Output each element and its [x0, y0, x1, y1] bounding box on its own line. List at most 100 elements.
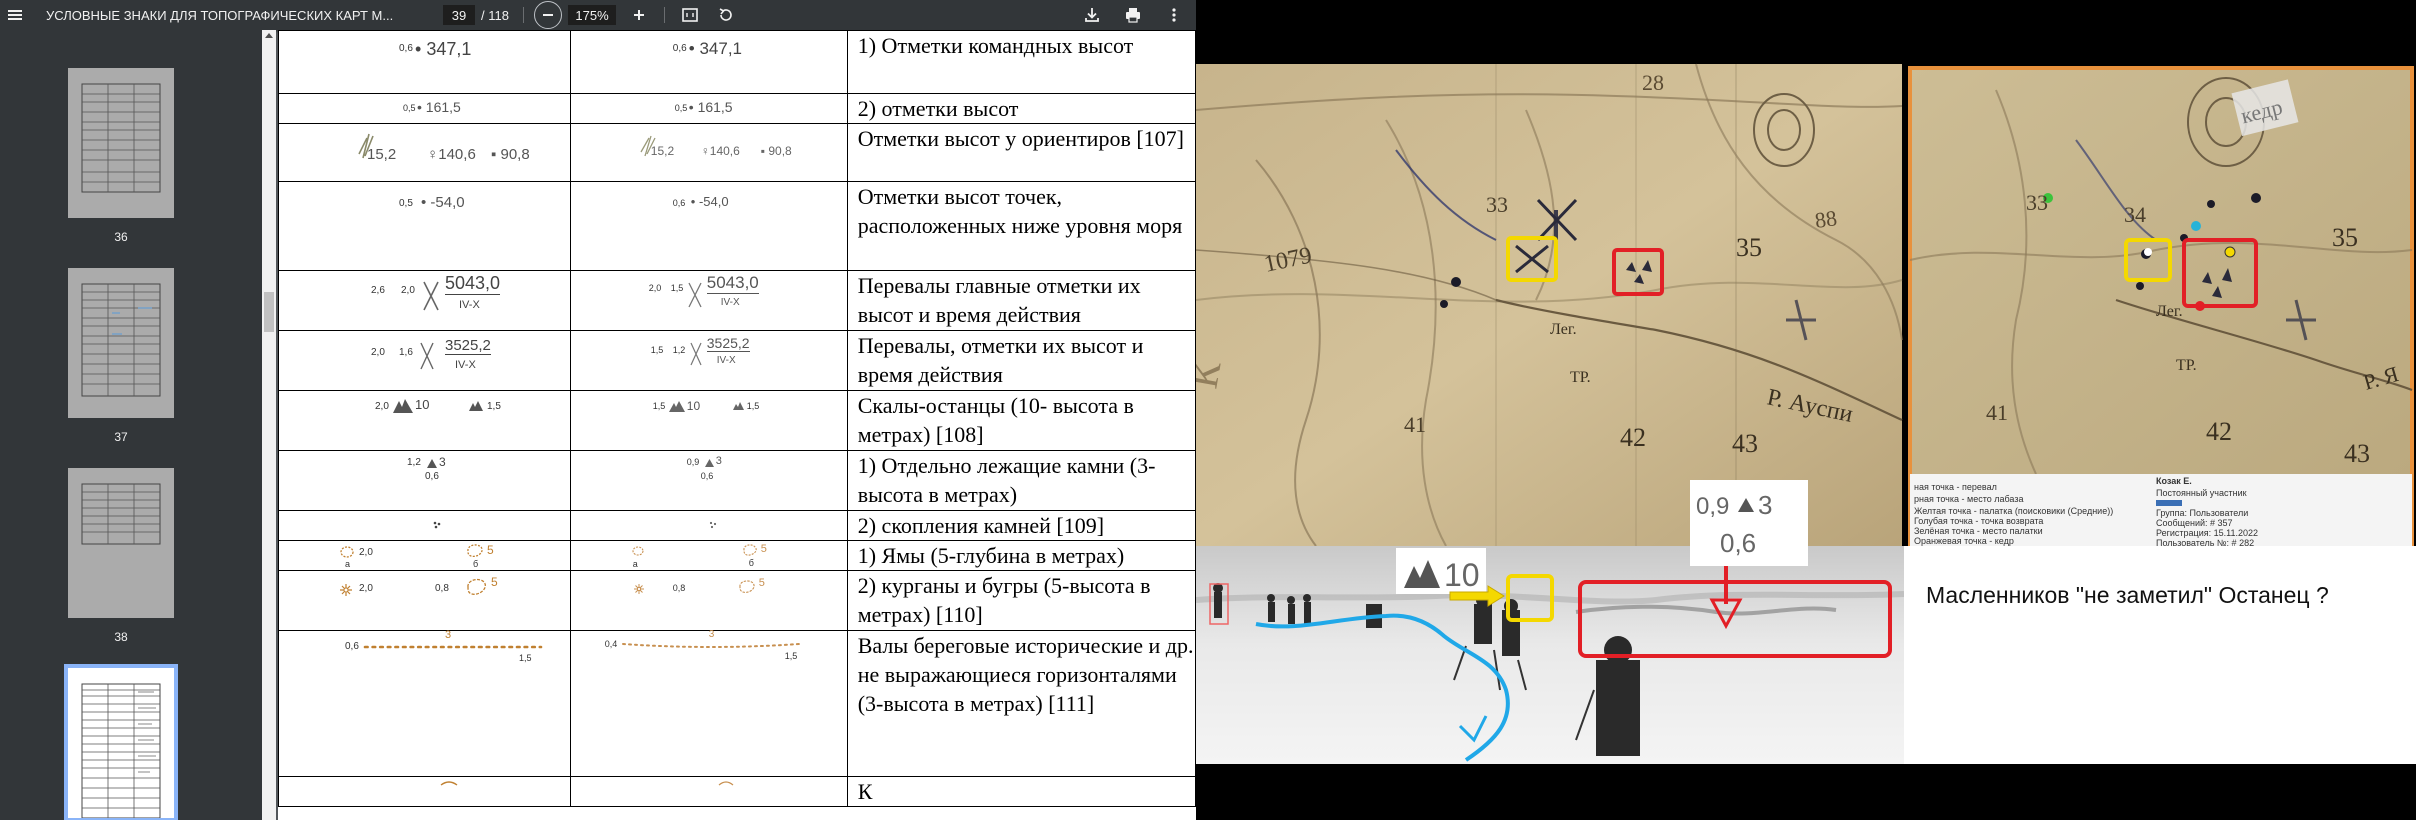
- mound-height: 5: [491, 575, 498, 589]
- symbol-cell: 0,6 • -54,0: [569, 181, 848, 271]
- legend-line: Голубая точка - точка возврата: [1914, 516, 2043, 526]
- symbol-cell: 0,6 • 347,1: [569, 30, 848, 94]
- rotate-icon: [719, 8, 732, 21]
- legend-line: ная точка - перевал: [1914, 482, 1997, 492]
- thumbnail-page[interactable]: [68, 268, 174, 418]
- elevation-number: 140,6: [709, 144, 740, 158]
- dimension-label: 1,5: [487, 401, 501, 412]
- pass-period: IV-X: [455, 359, 476, 371]
- table-row: 0,5 • 161,5 0,5 • 161,5 2) отметки высот: [278, 93, 1196, 124]
- plus-icon: [634, 10, 644, 20]
- elevation-value: • 347,1: [415, 39, 472, 59]
- symbol-cell: 2,0 0,8 5: [278, 570, 571, 631]
- dimension-label: 0,8: [672, 583, 686, 593]
- toolbar-divider: [664, 7, 665, 23]
- map-label: 33: [2026, 190, 2048, 215]
- description-cell: Отметки высот у ориентиров [107]: [846, 123, 1196, 182]
- scroll-up-arrow-icon[interactable]: [265, 32, 273, 38]
- pit-icon: [340, 546, 354, 558]
- map-label: Лег.: [2156, 303, 2183, 320]
- description-cell: Перевалы, отметки их высот и время дейст…: [846, 330, 1196, 391]
- description-cell: 2) скопления камней [109]: [846, 510, 1196, 541]
- legend-line: Желтая точка - палатка (поисковики (Сред…: [1914, 506, 2113, 516]
- left-map: 28 88 35 1079 33 42 43 41 Лег. ТР. Р. Ау…: [1196, 63, 1903, 547]
- description-cell: Отметки высот точек, расположенных ниже …: [846, 181, 1196, 271]
- pdf-viewer: УСЛОВНЫЕ ЗНАКИ ДЛЯ ТОПОГРАФИЧЕСКИХ КАРТ …: [0, 0, 1196, 820]
- menu-icon[interactable]: [6, 0, 24, 30]
- legend-line: Оранжевая точка - кедр: [1914, 536, 2014, 546]
- rock-outlier-icon: [668, 401, 685, 412]
- dimension-label: 1,2: [407, 457, 421, 468]
- page-total: / 118: [481, 7, 509, 23]
- symbol-cell: 15,2 ♀140,6 ▪ 90,8: [278, 123, 571, 182]
- map-label: 35: [1736, 233, 1762, 262]
- page-number-input[interactable]: [443, 5, 475, 25]
- description-cell: 2) курганы и бугры (5-высота в метрах) […: [846, 570, 1196, 631]
- table-row: 2,0 a 5 б a 5 б 1) Ямы (5-глубина в метр…: [278, 540, 1196, 571]
- rock-outlier-small-icon: [469, 401, 483, 411]
- description-cell: К: [846, 776, 1196, 807]
- thumbnail-page-current[interactable]: [64, 664, 178, 820]
- minus-icon: [543, 14, 553, 16]
- dimension-label: 1,5: [652, 401, 666, 411]
- download-button[interactable]: [1078, 1, 1106, 29]
- thumbnail-sidebar[interactable]: 36 37 38: [0, 30, 268, 820]
- table-row: 2,6 2,0 5043,0 IV-X 2,0 1,5 5043,0 IV-X: [278, 270, 1196, 331]
- mound-large-icon: [467, 578, 486, 595]
- elevation-value: ♀140,6: [427, 146, 476, 163]
- dimension-label: 1,6: [399, 347, 413, 358]
- dimension-label: 0,5: [403, 103, 416, 113]
- map-label: 43: [2344, 439, 2370, 468]
- fit-page-button[interactable]: [676, 1, 704, 29]
- symbol-cell: 1,5 10 1,5: [569, 390, 848, 451]
- elevation-value: 15,2: [650, 144, 675, 158]
- zoom-out-button[interactable]: [534, 1, 562, 29]
- rotate-button[interactable]: [712, 1, 740, 29]
- print-button[interactable]: [1119, 1, 1147, 29]
- more-options-button[interactable]: [1160, 1, 1188, 29]
- elevation-number: 161,5: [697, 99, 733, 115]
- map-label: 43: [1732, 429, 1758, 458]
- symbol-cell: 0,4 3 1,5: [569, 629, 848, 777]
- pass-period: IV-X: [716, 355, 736, 366]
- thumbnail-page[interactable]: [68, 468, 174, 618]
- map-symbol-icon: [440, 781, 458, 786]
- forum-user-name: Козак Е.: [2156, 476, 2192, 486]
- symbol-cell: [569, 510, 848, 541]
- document-scrollbar[interactable]: [262, 30, 276, 820]
- zoom-in-button[interactable]: [625, 1, 653, 29]
- dimension-label: 0,6: [700, 471, 714, 481]
- stone-cluster-icon: [433, 521, 441, 529]
- elevation-number: 347,1: [699, 39, 742, 58]
- map-label: 34: [2124, 202, 2146, 227]
- pass-period: IV-X: [459, 299, 480, 311]
- elevation-number: -54,0: [430, 194, 465, 211]
- symbol-cell: 2,0 a 5 б: [278, 540, 571, 571]
- scrollbar-thumb[interactable]: [264, 292, 274, 332]
- pass-height: 5043,0: [445, 273, 501, 295]
- pass-symbol-icon: [690, 342, 702, 366]
- yellow-dot: [2224, 246, 2236, 258]
- zoom-level-input[interactable]: [568, 5, 616, 25]
- dimension-label: 2,0: [375, 401, 389, 412]
- mound-icon: [340, 584, 352, 596]
- elevation-number: -54,0: [698, 194, 729, 209]
- dimension-label: 0,5: [674, 103, 688, 113]
- dimension-label: 2,0: [359, 583, 373, 594]
- variant-label: б: [748, 558, 754, 568]
- symbol-cell: 2,0 10 1,5: [278, 390, 571, 451]
- dimension-label: 2,0: [359, 547, 373, 558]
- pit-icon: [632, 546, 644, 556]
- pass-symbol-icon: [423, 281, 439, 311]
- thumbnail-label: 37: [114, 430, 128, 444]
- thumbnail-label: 38: [114, 630, 128, 644]
- thumbnail-page[interactable]: [68, 68, 174, 218]
- pass-symbol-icon: [420, 342, 434, 370]
- table-row: 2) скопления камней [109]: [278, 510, 1196, 541]
- elevation-value: • 347,1: [688, 39, 742, 58]
- symbol-cell: 2,6 2,0 5043,0 IV-X: [278, 270, 571, 331]
- forum-user-status: Постоянный участник: [2156, 488, 2247, 498]
- pdf-toolbar: УСЛОВНЫЕ ЗНАКИ ДЛЯ ТОПОГРАФИЧЕСКИХ КАРТ …: [0, 0, 1196, 30]
- map-label: 41: [1986, 400, 2008, 425]
- inset-outlier-height: 10: [1444, 557, 1480, 593]
